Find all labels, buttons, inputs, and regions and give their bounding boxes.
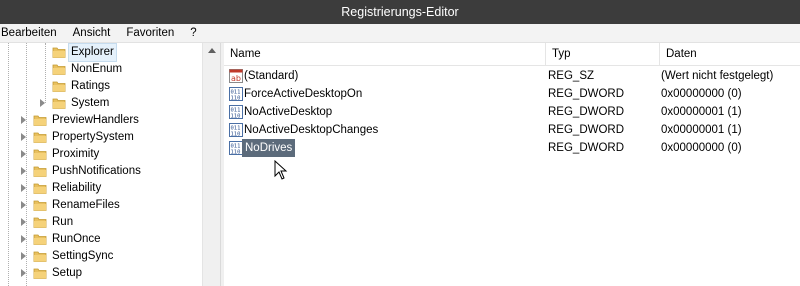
folder-icon: [33, 132, 47, 143]
expand-arrow-icon[interactable]: [21, 167, 26, 175]
expand-arrow-icon[interactable]: [21, 235, 26, 243]
mouse-pointer-icon: [274, 160, 288, 180]
tree-item-label: Run: [52, 216, 74, 228]
tree-item-proximity[interactable]: Proximity: [0, 146, 202, 163]
column-header-data[interactable]: Daten: [660, 43, 800, 65]
folder-icon: [33, 166, 47, 177]
expand-arrow-icon[interactable]: [21, 252, 26, 260]
tree-item-explorer[interactable]: Explorer: [0, 43, 202, 62]
value-name: NoActiveDesktopChanges: [244, 124, 379, 136]
values-list[interactable]: Name Typ Daten ab (Standard) REG_SZ (Wert n…: [224, 43, 800, 286]
tree-item-setup[interactable]: Setup: [0, 265, 202, 282]
menu-bearbeiten[interactable]: Bearbeiten: [0, 24, 65, 42]
folder-icon: [33, 115, 47, 126]
expand-arrow-icon[interactable]: [21, 218, 26, 226]
tree-item-run[interactable]: Run: [0, 214, 202, 231]
tree-item-runonce[interactable]: RunOnce: [0, 231, 202, 248]
expand-arrow-icon[interactable]: [21, 133, 26, 141]
folder-icon: [33, 183, 47, 194]
tree-item-pushnotifications[interactable]: PushNotifications: [0, 163, 202, 180]
folder-icon: [33, 251, 47, 262]
expand-arrow-icon[interactable]: [21, 116, 26, 124]
svg-text:110: 110: [231, 96, 241, 102]
value-data: 0x00000001 (1): [661, 106, 742, 118]
expand-arrow-icon[interactable]: [40, 99, 45, 107]
value-data: 0x00000001 (1): [661, 124, 742, 136]
tree-item-system[interactable]: System: [0, 95, 202, 112]
svg-text:110: 110: [231, 114, 241, 120]
tree-item-ratings[interactable]: Ratings: [0, 78, 202, 95]
expand-arrow-icon[interactable]: [21, 184, 26, 192]
tree-item-label: PreviewHandlers: [52, 114, 139, 126]
tree-item-label: Ratings: [71, 80, 110, 92]
value-data: 0x00000000 (0): [661, 142, 742, 154]
value-name: ForceActiveDesktopOn: [244, 88, 363, 100]
svg-text:ab: ab: [231, 74, 241, 83]
window-title: Registrierungs-Editor: [341, 5, 459, 19]
value-data: 0x00000000 (0): [661, 88, 742, 100]
folder-icon: [33, 234, 47, 245]
expand-arrow-icon[interactable]: [21, 150, 26, 158]
menu-help[interactable]: ?: [182, 24, 204, 42]
title-bar: Registrierungs-Editor: [0, 0, 800, 24]
tree-item-settingsync[interactable]: SettingSync: [0, 248, 202, 265]
value-row[interactable]: 011 110 NoDrives REG_DWORD 0x00000000 (0): [224, 139, 800, 157]
column-header-name[interactable]: Name: [224, 43, 546, 65]
column-header-type[interactable]: Typ: [546, 43, 660, 65]
tree-item-label: Reliability: [52, 182, 102, 194]
expand-arrow-icon[interactable]: [21, 201, 26, 209]
value-name: (Standard): [244, 70, 299, 82]
string-value-icon: ab: [229, 69, 243, 83]
value-row[interactable]: 011 110 NoActiveDesktopChanges REG_DWORD 0x0…: [224, 121, 800, 139]
tree-item-label: PropertySystem: [52, 131, 134, 143]
folder-icon: [52, 64, 66, 75]
expand-arrow-icon[interactable]: [21, 269, 26, 277]
folder-icon: [33, 200, 47, 211]
folder-icon: [33, 268, 47, 279]
folder-icon: [52, 47, 66, 58]
list-header: Name Typ Daten: [224, 43, 800, 66]
value-row[interactable]: 011 110 NoActiveDesktop REG_DWORD 0x00000001…: [224, 103, 800, 121]
tree-item-label: System: [71, 97, 110, 109]
tree-item-label: RunOnce: [52, 233, 101, 245]
value-type: REG_DWORD: [548, 106, 625, 118]
tree-item-label: RenameFiles: [52, 199, 120, 211]
dword-value-icon: 011110: [229, 123, 243, 137]
dword-value-icon: 011110: [229, 105, 243, 119]
tree-item-label: Proximity: [52, 148, 100, 160]
tree-item-label: NonEnum: [71, 63, 123, 75]
folder-icon: [33, 217, 47, 228]
dword-value-icon: 011110: [229, 87, 243, 101]
tree-item-label: PushNotifications: [52, 165, 141, 177]
tree-scrollbar[interactable]: [202, 43, 220, 286]
folder-icon: [33, 149, 47, 160]
scroll-up-arrow-icon[interactable]: [208, 48, 216, 53]
tree-item-label: Explorer: [68, 43, 117, 62]
value-type: REG_DWORD: [548, 142, 625, 154]
dword-value-icon: 011110: [229, 141, 243, 155]
tree-item-renamefiles[interactable]: RenameFiles: [0, 197, 202, 214]
value-row[interactable]: ab (Standard) REG_SZ (Wert nicht festgelegt…: [224, 67, 800, 85]
value-type: REG_SZ: [548, 70, 595, 82]
value-row[interactable]: 011 110 ForceActiveDesktopOn REG_DWORD 0x000…: [224, 85, 800, 103]
menu-favoriten[interactable]: Favoriten: [118, 24, 182, 42]
value-type: REG_DWORD: [548, 124, 625, 136]
svg-text:110: 110: [231, 150, 241, 156]
folder-icon: [52, 98, 66, 109]
tree-item-label: Setup: [52, 267, 83, 279]
folder-icon: [52, 81, 66, 92]
value-type: REG_DWORD: [548, 88, 625, 100]
tree-item-previewhandlers[interactable]: PreviewHandlers: [0, 112, 202, 129]
menu-ansicht[interactable]: Ansicht: [65, 24, 119, 42]
menu-bar: Bearbeiten Ansicht Favoriten ?: [0, 24, 800, 43]
value-name: NoDrives: [242, 139, 296, 157]
value-name: NoActiveDesktop: [244, 106, 333, 118]
tree-item-nonenum[interactable]: NonEnum: [0, 61, 202, 78]
tree-item-reliability[interactable]: Reliability: [0, 180, 202, 197]
svg-text:110: 110: [231, 132, 241, 138]
registry-tree[interactable]: Explorer NonEnum Ratings System PreviewHandl…: [0, 43, 202, 286]
value-data: (Wert nicht festgelegt): [661, 70, 774, 82]
tree-item-propertysystem[interactable]: PropertySystem: [0, 129, 202, 146]
tree-item-label: SettingSync: [52, 250, 114, 262]
